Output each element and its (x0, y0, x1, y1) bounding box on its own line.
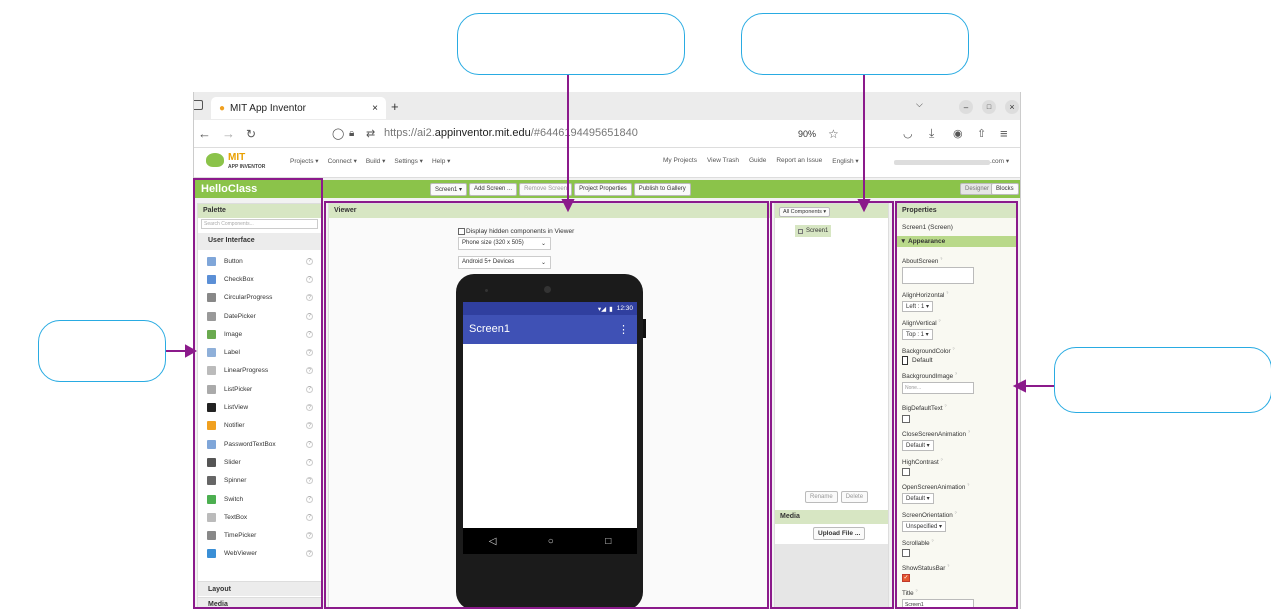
menu-help[interactable]: Help ▾ (432, 157, 450, 165)
callout-components (741, 13, 969, 75)
url-domain: appinventor.mit.edu (434, 127, 531, 139)
minimize-icon[interactable]: – (959, 100, 973, 114)
close-window-icon[interactable]: × (1005, 100, 1019, 114)
callout-properties (1054, 347, 1271, 413)
new-tab-icon[interactable]: + (391, 99, 399, 114)
callout-viewer (457, 13, 685, 75)
figure-scene: ● MIT App Inventor × + ⌵ – □ × ← → ↻ ◯ 🔒… (0, 0, 1271, 609)
blocks-button[interactable]: Blocks (991, 183, 1019, 195)
menu-connect[interactable]: Connect ▾ (328, 157, 357, 165)
link-report-issue[interactable]: Report an Issue (776, 157, 822, 165)
bee-logo-icon (206, 153, 224, 167)
close-tab-icon[interactable]: × (372, 103, 378, 114)
screen-actions: Screen1 ▾ Add Screen ... Remove Screen P… (430, 183, 691, 196)
account-icon[interactable]: ◉ (953, 127, 963, 140)
back-icon[interactable]: ← (198, 126, 211, 141)
forward-icon[interactable]: → (222, 126, 235, 141)
tab-list-icon[interactable] (194, 100, 203, 110)
highlight-properties (895, 201, 1018, 609)
tab-title: MIT App Inventor (230, 102, 307, 114)
tab-overflow-icon[interactable]: ⌵ (916, 99, 923, 110)
tab-strip: ● MIT App Inventor × + ⌵ – □ × (194, 92, 1020, 120)
highlight-components (770, 201, 894, 609)
highlight-palette (193, 178, 323, 609)
designer-button[interactable]: Designer (960, 183, 995, 195)
download-icon[interactable]: ⤓ (929, 126, 934, 141)
shield-icon: ◯ (332, 128, 345, 140)
highlight-viewer (324, 201, 769, 609)
add-screen-button[interactable]: Add Screen ... (469, 183, 518, 196)
account-menu[interactable]: .com ▾ (990, 157, 1009, 165)
project-properties-button[interactable]: Project Properties (574, 183, 632, 196)
url-path: /#6446194495651840 (530, 127, 638, 139)
app-inventor-favicon-icon: ● (219, 102, 226, 114)
menu-build[interactable]: Build ▾ (366, 157, 386, 165)
publish-gallery-button[interactable]: Publish to Gallery (633, 183, 691, 196)
lock-icon: 🔒︎ (349, 128, 355, 139)
permissions-icon: ⇄ (366, 128, 376, 140)
url-prefix: https://ai2. (384, 127, 435, 139)
bookmark-star-icon[interactable]: ☆ (828, 127, 839, 141)
main-menus: Projects ▾ Connect ▾ Build ▾ Settings ▾ … (290, 157, 450, 165)
screen-select[interactable]: Screen1 ▾ (430, 183, 468, 196)
pocket-icon[interactable]: ◡ (903, 127, 913, 140)
browser-tab[interactable]: ● MIT App Inventor × (211, 97, 386, 119)
mit-logo[interactable]: MIT APP INVENTOR (206, 152, 266, 174)
address-bar[interactable]: https://ai2.appinventor.mit.edu/#6446194… (384, 127, 638, 139)
app-menu-bar: MIT APP INVENTOR Projects ▾ Connect ▾ Bu… (194, 148, 1020, 178)
link-my-projects[interactable]: My Projects (663, 157, 697, 165)
navigation-bar: ← → ↻ ◯ 🔒︎ ⇄ https://ai2.appinventor.mit… (194, 120, 1020, 148)
menu-projects[interactable]: Projects ▾ (290, 157, 319, 165)
language-menu[interactable]: English ▾ (832, 157, 858, 165)
extensions-icon[interactable]: ⇧ (977, 127, 986, 140)
link-guide[interactable]: Guide (749, 157, 766, 165)
callout-palette (38, 320, 166, 382)
link-view-trash[interactable]: View Trash (707, 157, 739, 165)
top-links: My Projects View Trash Guide Report an I… (663, 157, 859, 165)
account-email-blurred (894, 160, 990, 165)
zoom-level[interactable]: 90% (798, 129, 816, 139)
logo-app-inventor: APP INVENTOR (228, 164, 266, 170)
menu-icon[interactable]: ≡ (1000, 126, 1008, 141)
logo-mit: MIT (228, 152, 246, 163)
reload-icon[interactable]: ↻ (246, 127, 256, 141)
maximize-icon[interactable]: □ (982, 100, 996, 114)
remove-screen-button[interactable]: Remove Screen (519, 183, 573, 196)
menu-settings[interactable]: Settings ▾ (394, 157, 423, 165)
